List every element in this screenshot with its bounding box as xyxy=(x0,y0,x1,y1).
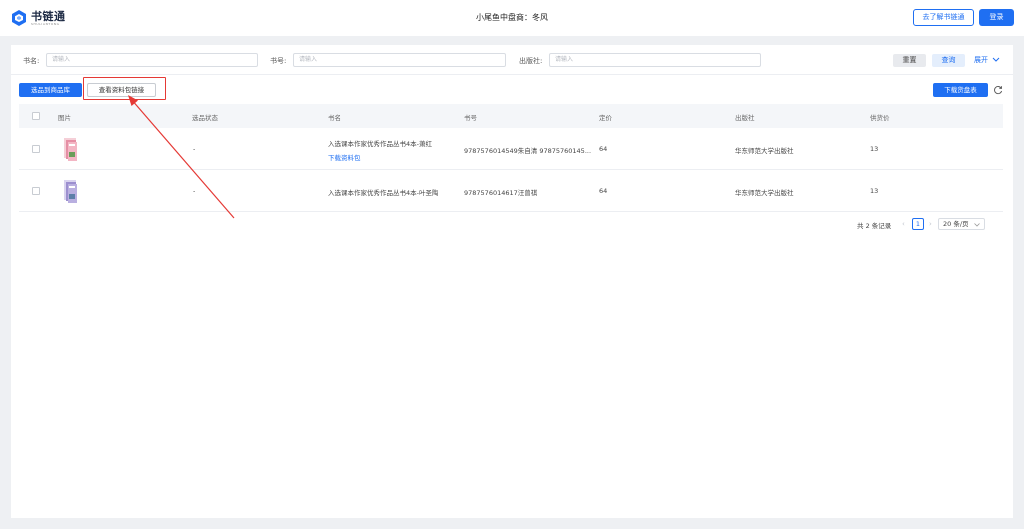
filter-bar: 书名: 请输入 书号: 请输入 出版社: 请输入 重置 查询 展开 xyxy=(11,45,1013,75)
isbn-input[interactable]: 请输入 xyxy=(293,53,506,67)
row-status: - xyxy=(193,145,196,153)
main-panel: 书名: 请输入 书号: 请输入 出版社: 请输入 重置 查询 展开 选品到商品库… xyxy=(11,45,1013,518)
download-package-link[interactable]: 下载资料包 xyxy=(328,152,361,162)
select-to-library-button[interactable]: 选品到商品库 xyxy=(19,83,82,97)
book-cover-image xyxy=(64,180,77,203)
publisher-input[interactable]: 请输入 xyxy=(549,53,761,67)
reset-button[interactable]: 重置 xyxy=(893,54,926,67)
refresh-icon[interactable] xyxy=(993,85,1003,95)
expand-label: 展开 xyxy=(974,56,988,64)
book-name-label: 书名: xyxy=(23,57,40,65)
publisher-label: 出版社: xyxy=(519,57,543,65)
isbn-label: 书号: xyxy=(270,57,287,65)
select-all-checkbox[interactable] xyxy=(32,112,40,120)
row-supply-price: 13 xyxy=(870,187,879,195)
expand-button[interactable]: 展开 xyxy=(974,55,1000,65)
row-supply-price: 13 xyxy=(870,145,879,153)
row-checkbox[interactable] xyxy=(32,187,40,195)
row-title: 入选课本作家优秀作品丛书4本-萧红 xyxy=(328,140,432,148)
chevron-down-icon xyxy=(974,223,980,227)
row-title: 入选课本作家优秀作品丛书4本-叶圣陶 xyxy=(328,189,439,197)
chevron-right-icon[interactable]: › xyxy=(929,220,932,228)
highlight-annotation-box xyxy=(83,77,166,100)
pagination-page-current[interactable]: 1 xyxy=(912,218,924,230)
download-list-button[interactable]: 下载货盘表 xyxy=(933,83,988,97)
row-price: 64 xyxy=(599,145,608,153)
row-isbn: 9787576014549朱自清 97875760145... xyxy=(464,147,592,155)
query-button[interactable]: 查询 xyxy=(932,54,965,67)
column-header-price: 定价 xyxy=(599,114,612,122)
page-size-value: 20 条/页 xyxy=(943,220,969,228)
table-row: - 入选课本作家优秀作品丛书4本-叶圣陶 9787576014617汪曾祺 64… xyxy=(19,170,1003,212)
login-button[interactable]: 登录 xyxy=(979,9,1014,26)
column-header-isbn: 书号 xyxy=(464,114,477,122)
book-cover-image xyxy=(64,138,77,161)
pagination-total: 共 2 条记录 xyxy=(857,222,892,230)
page-title: 小尾鱼中盘商：冬风 xyxy=(476,13,548,22)
column-header-status: 选品状态 xyxy=(192,114,218,122)
column-header-supply-price: 供货价 xyxy=(870,114,890,122)
chevron-left-icon[interactable]: ‹ xyxy=(902,220,905,228)
table-row: - 入选课本作家优秀作品丛书4本-萧红 下载资料包 9787576014549朱… xyxy=(19,128,1003,170)
table-header: 图片 选品状态 书名 书号 定价 出版社 供货价 xyxy=(19,104,1003,128)
book-name-input[interactable]: 请输入 xyxy=(46,53,258,67)
column-header-publisher: 出版社 xyxy=(735,114,755,122)
top-header: 书链通 SHULIANTONG 小尾鱼中盘商：冬风 去了解书链通 登录 xyxy=(0,0,1024,36)
row-checkbox[interactable] xyxy=(32,145,40,153)
column-header-title: 书名 xyxy=(328,114,341,122)
column-header-image: 图片 xyxy=(58,114,71,122)
row-price: 64 xyxy=(599,187,608,195)
page-size-select[interactable]: 20 条/页 xyxy=(938,218,985,230)
row-publisher: 华东师范大学出版社 xyxy=(735,189,794,197)
chevron-down-icon xyxy=(992,57,1000,62)
row-status: - xyxy=(193,187,196,195)
learn-more-button[interactable]: 去了解书链通 xyxy=(913,9,974,26)
row-publisher: 华东师范大学出版社 xyxy=(735,147,794,155)
row-isbn: 9787576014617汪曾祺 xyxy=(464,189,538,197)
